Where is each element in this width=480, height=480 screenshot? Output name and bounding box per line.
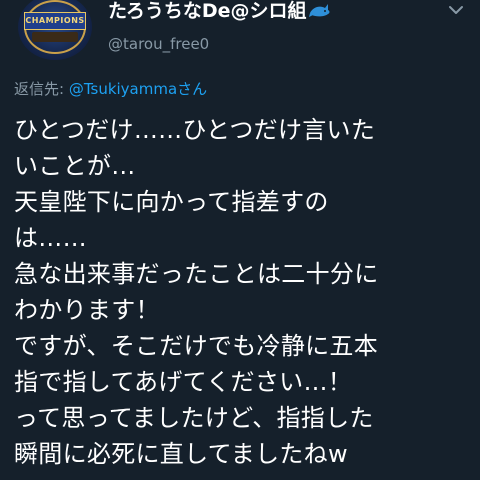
- tweet-line: 天皇陛下に向かって指差すの: [14, 188, 329, 216]
- tweet-body: ひとつだけ……ひとつだけ言いた いことが… 天皇陛下に向かって指差すの は…… …: [14, 112, 480, 472]
- chevron-down-icon[interactable]: [448, 4, 464, 16]
- avatar[interactable]: CHAMPIONS: [18, 0, 92, 60]
- tweet-line: は……: [14, 224, 87, 252]
- tweet-line: 指で指してあげてください…！: [14, 368, 353, 396]
- avatar-champions-logo: CHAMPIONS: [24, 12, 86, 30]
- tweet-line: って思ってましたけど、指指した: [14, 404, 374, 432]
- reply-label: 返信先:: [14, 80, 69, 98]
- tweet-line: ですが、そこだけでも冷静に五本: [14, 332, 379, 360]
- avatar-trophy-base: [32, 32, 78, 42]
- dolphin-icon: [309, 4, 330, 17]
- display-name[interactable]: たろうちなDe@シロ組: [108, 0, 307, 22]
- reply-to-line: 返信先: @Tsukiyammaさん: [14, 80, 207, 98]
- tweet-line: 瞬間に必死に直してましたねw: [14, 440, 348, 468]
- reply-user-link[interactable]: @Tsukiyammaさん: [69, 80, 207, 98]
- user-handle[interactable]: @tarou_free0: [108, 35, 209, 53]
- tweet-line: 急な出来事だったことは二十分に: [14, 260, 379, 288]
- tweet-line: いことが…: [14, 152, 136, 180]
- tweet-line: わかります！: [14, 296, 160, 324]
- tweet-screen: CHAMPIONS たろうちなDe@シロ組 @tarou_free0 返信先: …: [0, 0, 480, 480]
- tweet-line: ひとつだけ……ひとつだけ言いた: [14, 116, 376, 144]
